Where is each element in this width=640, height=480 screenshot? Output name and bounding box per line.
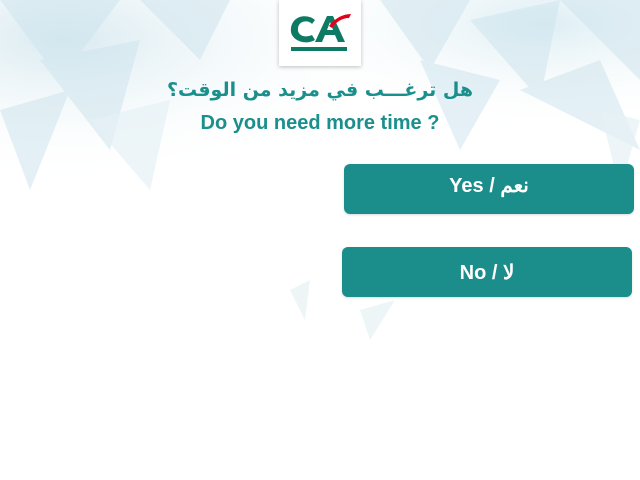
yes-button[interactable]: Yes / نعم [344, 164, 634, 214]
question-arabic: هل ترغـــب في مزيد من الوقت؟ [166, 79, 474, 101]
background-pattern [0, 0, 640, 340]
logo-card [279, 0, 361, 66]
question-english: Do you need more time ? [200, 112, 440, 134]
no-button[interactable]: No / لا [342, 247, 632, 297]
credit-agricole-logo-icon [290, 14, 351, 51]
